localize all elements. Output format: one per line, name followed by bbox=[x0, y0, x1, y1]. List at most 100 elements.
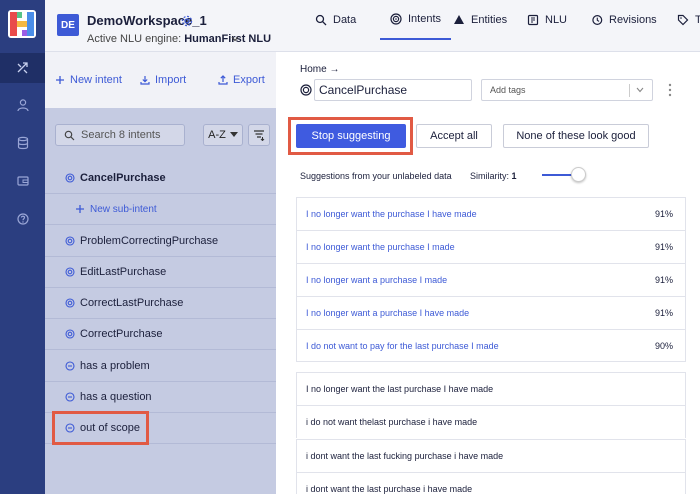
unlabeled-row[interactable]: i dont want the last fucking purchase i … bbox=[296, 439, 686, 472]
intent-item-problemcorrectingpurchase[interactable]: ProblemCorrectingPurchase bbox=[45, 226, 276, 257]
target-icon bbox=[65, 329, 75, 339]
intent-search-input[interactable] bbox=[81, 129, 181, 141]
suggestion-text: i dont want the last purchase i have mad… bbox=[306, 484, 473, 494]
nlu-engine-label[interactable]: Active NLU engine: HumanFirst NLU bbox=[87, 33, 271, 45]
intent-detail-panel: Home → CancelPurchase Add tags Stop sugg… bbox=[276, 52, 700, 494]
accept-all-button[interactable]: Accept all bbox=[416, 124, 492, 148]
suggestion-score: 91% bbox=[654, 308, 673, 318]
suggestion-row[interactable]: I no longer want a purchase I have made … bbox=[296, 296, 686, 329]
humanfirst-logo[interactable] bbox=[8, 10, 36, 38]
new-sub-intent-button[interactable]: New sub-intent bbox=[45, 194, 276, 225]
search-icon bbox=[315, 14, 327, 26]
target-icon bbox=[65, 267, 75, 277]
similarity-label: Similarity: 1 bbox=[470, 171, 517, 181]
tags-divider bbox=[629, 84, 630, 97]
tab-data-label: Data bbox=[333, 14, 357, 26]
intent-item-has-a-problem[interactable]: has a problem bbox=[45, 351, 276, 382]
unlabeled-row[interactable]: i do not want thelast purchase i have ma… bbox=[296, 405, 686, 438]
filter-icon bbox=[254, 130, 265, 141]
suggestion-row[interactable]: I no longer want a purchase I made 91% bbox=[296, 263, 686, 296]
unlabeled-row[interactable]: i dont want the last purchase i have mad… bbox=[296, 472, 686, 494]
add-tags-field[interactable]: Add tags bbox=[481, 79, 653, 101]
breadcrumb[interactable]: Home → bbox=[300, 64, 339, 75]
new-intent-label: New intent bbox=[70, 74, 122, 86]
rail-user-button[interactable] bbox=[0, 90, 45, 120]
nlu-engine-name: HumanFirst NLU bbox=[184, 33, 272, 45]
tab-intents-label: Intents bbox=[408, 13, 442, 25]
top-bar: DE DemoWorkspace_1 Active NLU engine: Hu… bbox=[45, 0, 700, 52]
export-label: Export bbox=[233, 74, 265, 86]
suggestion-score: 91% bbox=[654, 275, 673, 285]
intent-label: CorrectLastPurchase bbox=[80, 297, 184, 309]
similarity-text: Similarity: bbox=[470, 171, 510, 181]
similarity-value: 1 bbox=[511, 171, 517, 181]
suggestion-text: I no longer want the last purchase I hav… bbox=[306, 384, 494, 394]
sort-label: A-Z bbox=[208, 129, 226, 141]
suggestion-row[interactable]: I no longer want the purchase I made 91% bbox=[296, 230, 686, 263]
export-icon bbox=[218, 75, 228, 85]
intent-item-correctlastpurchase[interactable]: CorrectLastPurchase bbox=[45, 288, 276, 319]
rail-database-button[interactable] bbox=[0, 128, 45, 158]
tab-tags[interactable]: Ta bbox=[677, 0, 700, 40]
tab-intents[interactable]: Intents bbox=[380, 0, 452, 40]
chevron-down-icon[interactable] bbox=[636, 87, 644, 93]
suggestion-text: i dont want the last fucking purchase i … bbox=[306, 451, 504, 461]
intent-search[interactable] bbox=[55, 124, 185, 146]
rail-help-button[interactable] bbox=[0, 204, 45, 234]
import-label: Import bbox=[155, 74, 187, 86]
import-icon bbox=[140, 76, 150, 85]
plus-icon bbox=[56, 76, 64, 84]
intent-name-field[interactable]: CancelPurchase bbox=[314, 79, 472, 101]
intent-item-correctpurchase[interactable]: CorrectPurchase bbox=[45, 319, 276, 350]
gear-icon[interactable] bbox=[181, 15, 193, 27]
sort-dropdown[interactable]: A-Z bbox=[203, 124, 243, 146]
nlu-engine-prefix: Active NLU engine: bbox=[87, 33, 182, 45]
filter-button[interactable] bbox=[248, 124, 270, 146]
intent-label: has a problem bbox=[80, 360, 150, 372]
rail-workspace-button[interactable] bbox=[0, 53, 45, 83]
link-icon bbox=[65, 392, 75, 402]
tab-revisions[interactable]: Revisions bbox=[591, 0, 657, 40]
import-button[interactable]: Import bbox=[140, 74, 186, 86]
tab-nlu[interactable]: NLU bbox=[527, 0, 567, 40]
suggestion-score: 91% bbox=[654, 209, 673, 219]
intent-label: ProblemCorrectingPurchase bbox=[80, 235, 219, 247]
more-options-icon[interactable] bbox=[668, 83, 672, 97]
tab-data[interactable]: Data bbox=[315, 0, 356, 40]
intent-item-has-a-question[interactable]: has a question bbox=[45, 382, 276, 413]
target-icon bbox=[65, 298, 75, 308]
target-icon bbox=[65, 236, 75, 246]
rail-wallet-button[interactable] bbox=[0, 166, 45, 196]
suggestion-row[interactable]: I no longer want the purchase I have mad… bbox=[296, 197, 686, 230]
target-icon bbox=[300, 84, 312, 96]
intent-item-cancelpurchase[interactable]: CancelPurchase bbox=[45, 163, 276, 194]
new-intent-button[interactable]: New intent bbox=[55, 74, 122, 86]
workspace-avatar[interactable]: DE bbox=[57, 14, 79, 36]
history-icon bbox=[592, 14, 603, 26]
none-look-good-button[interactable]: None of these look good bbox=[503, 124, 649, 148]
entities-icon bbox=[454, 15, 464, 24]
suggestion-text: i do not want thelast purchase i have ma… bbox=[306, 417, 478, 427]
suggestion-text: I no longer want a purchase I have made bbox=[306, 308, 470, 318]
tag-icon bbox=[677, 14, 689, 26]
shuffle-icon bbox=[17, 62, 28, 74]
similarity-slider-thumb[interactable] bbox=[571, 167, 586, 182]
suggestion-row[interactable]: I do not want to pay for the last purcha… bbox=[296, 329, 686, 362]
unlabeled-row[interactable]: I no longer want the last purchase I hav… bbox=[296, 372, 686, 405]
export-button[interactable]: Export bbox=[218, 74, 265, 86]
chevron-down-icon[interactable] bbox=[231, 36, 239, 42]
link-icon bbox=[65, 361, 75, 371]
suggestion-score: 90% bbox=[654, 340, 673, 351]
add-tags-placeholder: Add tags bbox=[490, 85, 526, 95]
suggestion-text: I no longer want the purchase I have mad… bbox=[306, 209, 477, 219]
suggestions-label: Suggestions from your unlabeled data bbox=[300, 171, 452, 181]
tab-entities[interactable]: Entities bbox=[453, 0, 507, 40]
intent-label: has a question bbox=[80, 391, 152, 403]
sidebar-actions: New intent Import Export bbox=[45, 52, 276, 108]
target-icon bbox=[390, 13, 402, 25]
intent-item-editlastpurchase[interactable]: EditLastPurchase bbox=[45, 257, 276, 288]
left-rail bbox=[0, 0, 45, 494]
help-icon bbox=[16, 213, 29, 225]
out-of-scope-highlight bbox=[52, 411, 149, 445]
tab-nlu-label: NLU bbox=[545, 14, 568, 26]
